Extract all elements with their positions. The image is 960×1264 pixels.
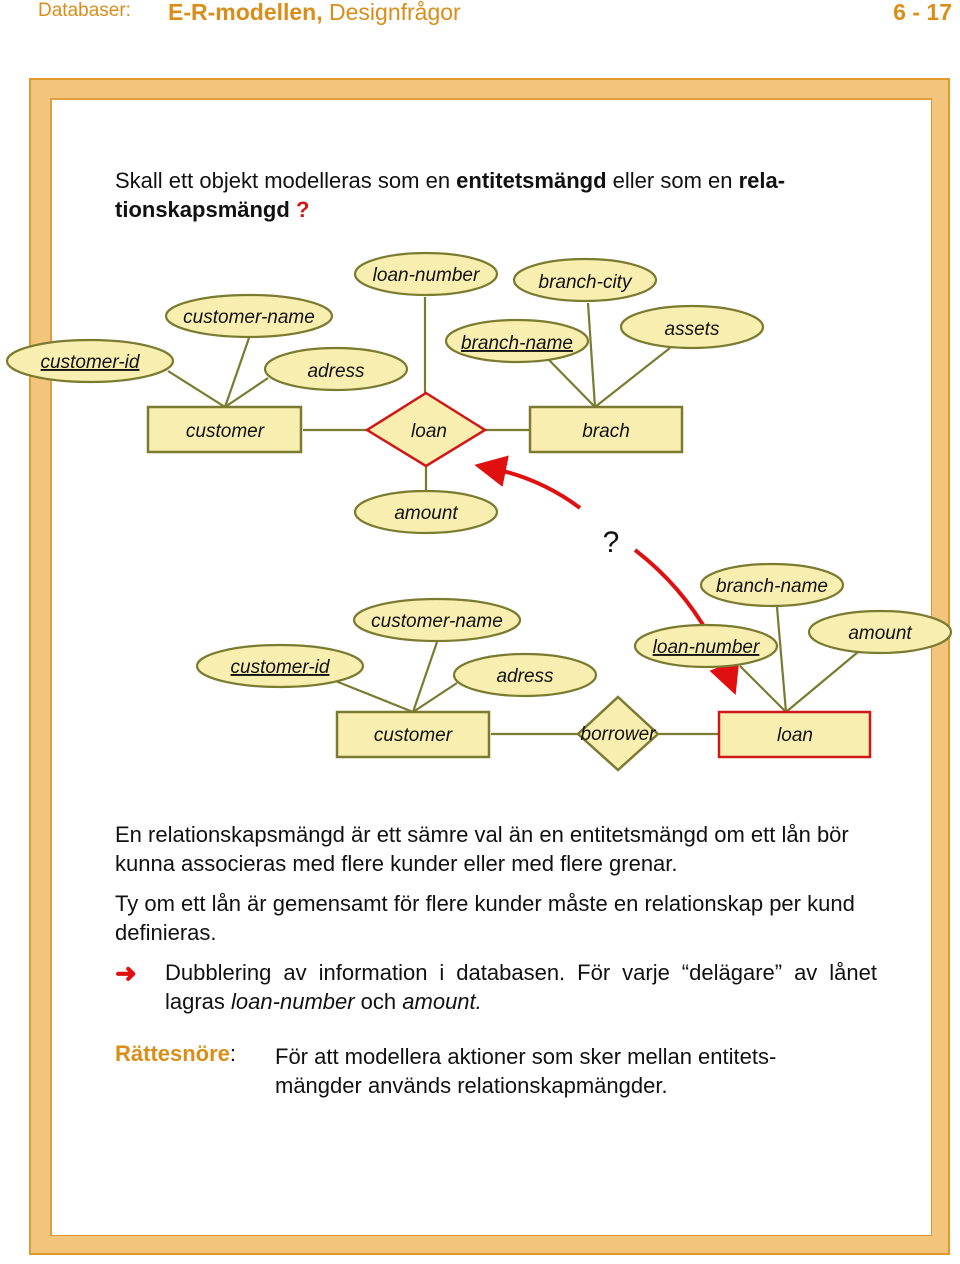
bullet-em-amount: amount. xyxy=(402,989,482,1014)
label-entity-loan: loan xyxy=(777,725,813,746)
right-arrow-icon: ➜ xyxy=(115,958,137,988)
label-amount: amount xyxy=(848,623,912,644)
guideline-label: Rättesnöre: xyxy=(115,1041,236,1067)
line-customer-name xyxy=(411,641,439,713)
label-customer-id: customer-id xyxy=(231,657,331,678)
label-relationship-borrower: borrower xyxy=(581,724,657,745)
line-assets xyxy=(594,347,671,408)
question-mark: ? xyxy=(603,526,620,559)
arrow-to-relationship-icon xyxy=(474,455,582,510)
bullet-text-part: och xyxy=(354,989,403,1014)
label-customer-id: customer-id xyxy=(41,352,141,373)
label-customer-name: customer-name xyxy=(183,307,315,328)
line-adress xyxy=(224,377,269,408)
bullet-em-loan-number: loan-number xyxy=(231,989,355,1014)
label-adress: adress xyxy=(496,666,554,687)
label-branch-name: branch-name xyxy=(716,576,828,597)
diagram-top: customer-id customer-name adress loan-nu… xyxy=(5,251,765,535)
bullet-text: Dubblering av information i databasen. F… xyxy=(165,958,877,1016)
label-entity-customer: customer xyxy=(186,421,265,442)
label-entity-customer: customer xyxy=(374,725,453,746)
line-branch-name xyxy=(775,606,788,713)
line-branch-city xyxy=(586,302,597,408)
line-customer-id xyxy=(167,370,226,408)
label-relationship-loan: loan xyxy=(411,421,447,442)
guideline-line-2: mängder används relationskapmängder. xyxy=(275,1073,668,1098)
guideline-line-1: För att modellera aktioner som sker mell… xyxy=(275,1044,777,1069)
label-amount: amount xyxy=(394,503,458,524)
label-customer-name: customer-name xyxy=(371,611,503,632)
line-amount xyxy=(785,651,859,713)
label-loan-number: loan-number xyxy=(653,637,760,658)
label-branch-name: branch-name xyxy=(461,333,573,354)
guideline-text: För att modellera aktioner som sker mell… xyxy=(275,1042,875,1100)
guideline-label-text: Rättesnöre xyxy=(115,1041,230,1066)
label-entity-brach: brach xyxy=(582,421,630,442)
paragraph-2: Ty om ett lån är gemensamt för flere kun… xyxy=(115,891,855,945)
line-loan-number xyxy=(739,665,787,713)
label-branch-city: branch-city xyxy=(539,272,633,293)
guideline-colon: : xyxy=(229,1041,237,1066)
line-customer-name xyxy=(223,337,251,408)
line-branch-name xyxy=(548,359,596,408)
label-loan-number: loan-number xyxy=(373,265,480,286)
diagram-bottom: customer-id customer-name adress branch-… xyxy=(195,562,953,772)
label-adress: adress xyxy=(307,361,365,382)
label-assets: assets xyxy=(665,319,720,340)
line-adress xyxy=(412,682,458,713)
line-customer-id xyxy=(327,676,414,714)
paragraph-1: En relationskapsmängd är ett sämre val ä… xyxy=(115,822,849,876)
